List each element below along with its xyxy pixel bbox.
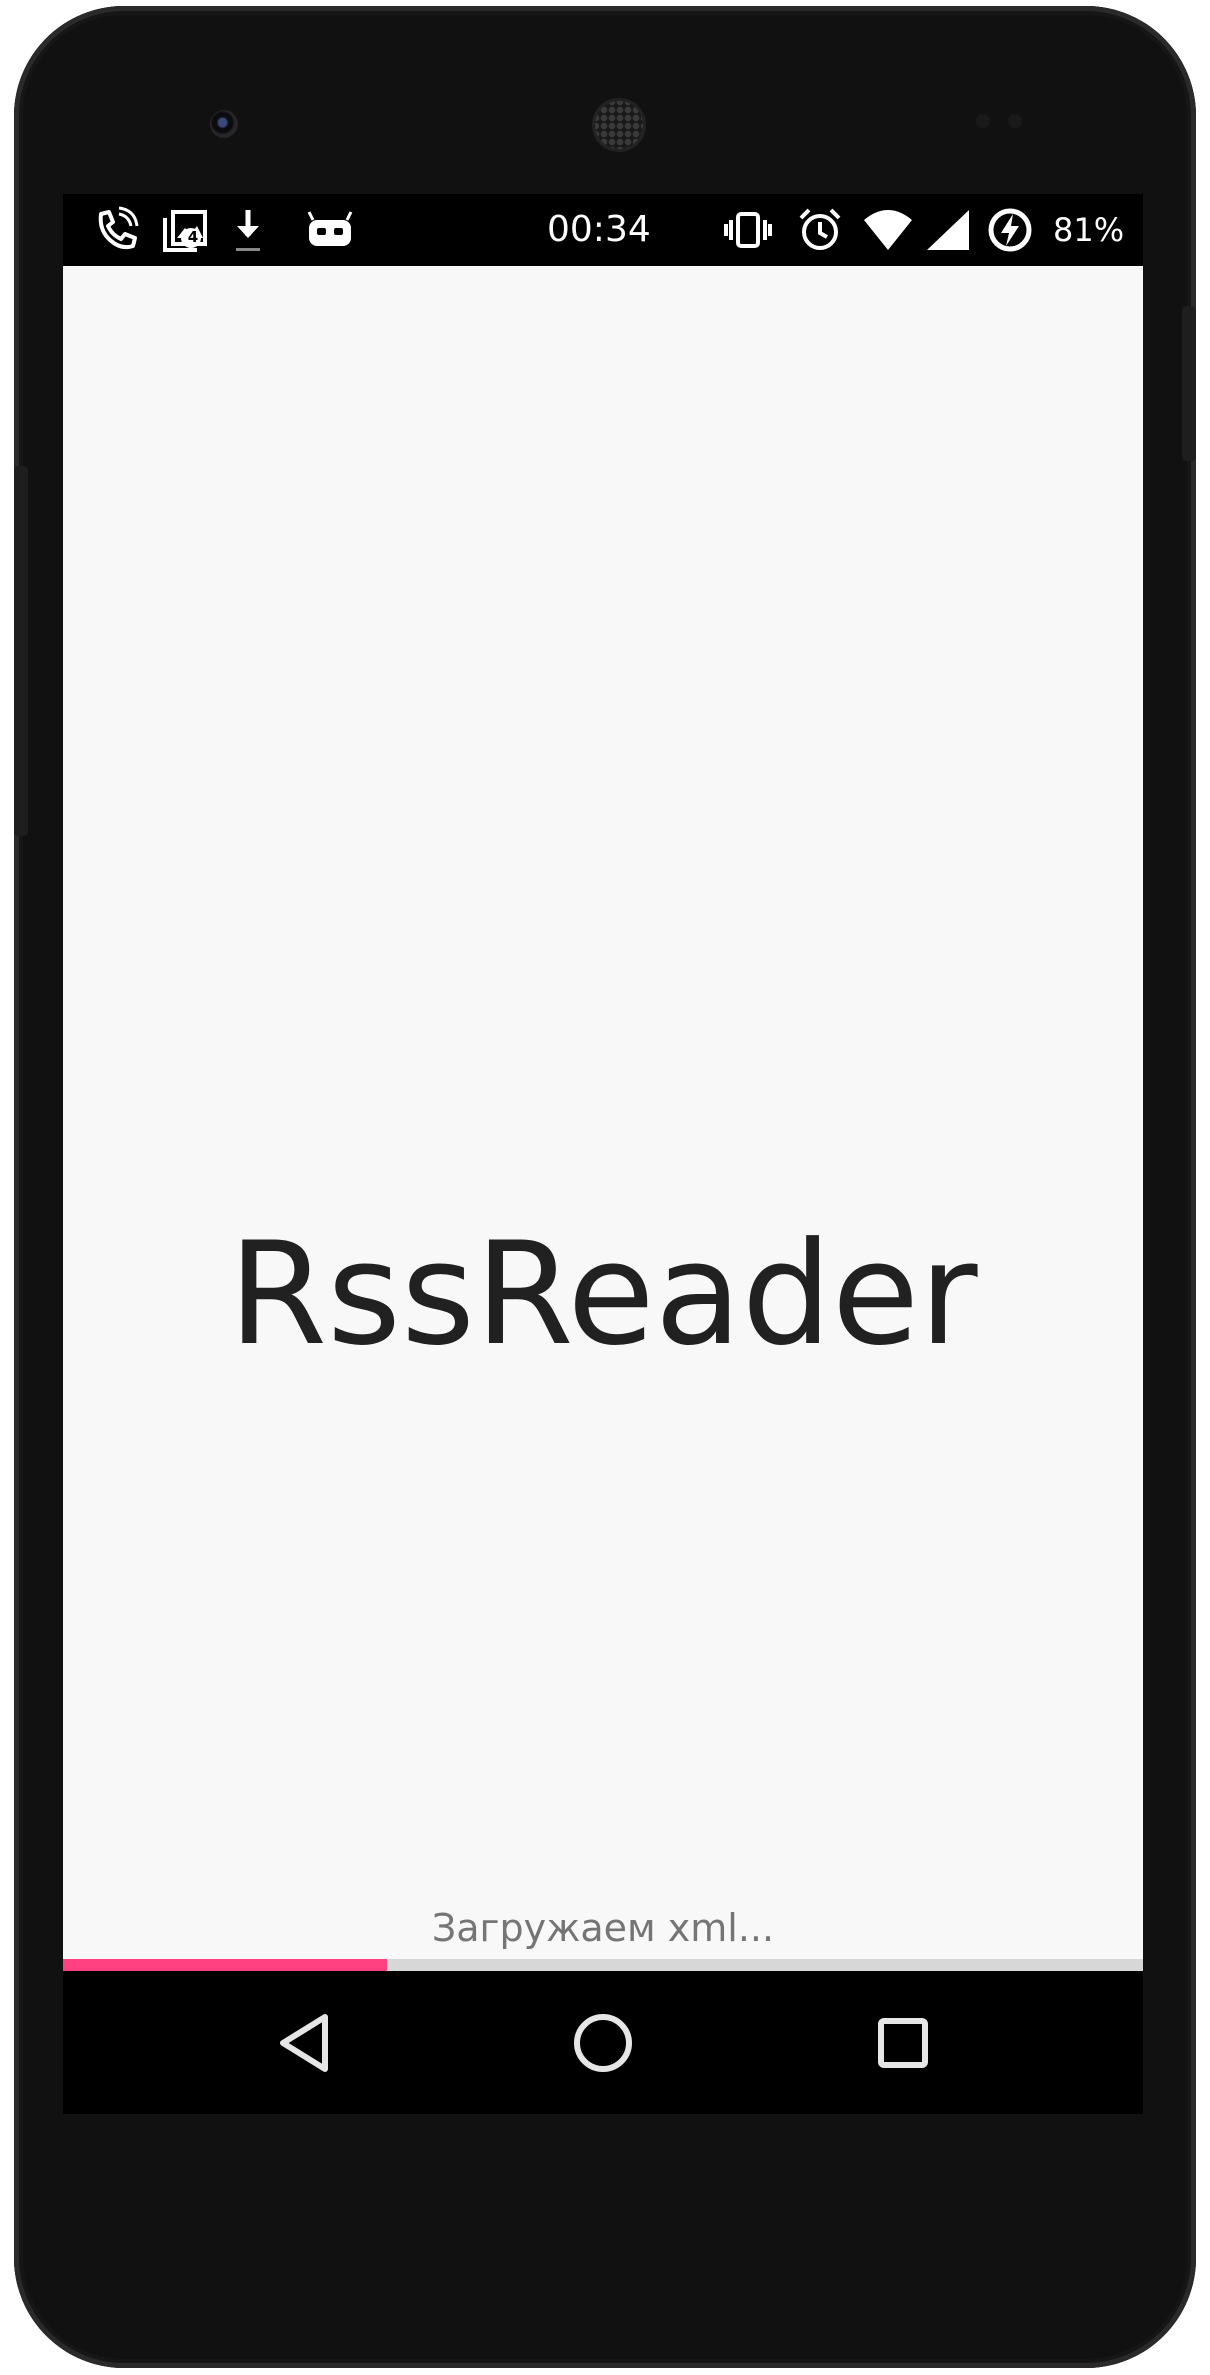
power-button (1182, 306, 1196, 461)
recents-icon[interactable] (853, 1993, 953, 2093)
loading-progress-bar (63, 1959, 1143, 1971)
proximity-sensor (976, 114, 990, 128)
loading-progress-fill (63, 1959, 387, 1971)
back-icon[interactable] (253, 1993, 353, 2093)
home-icon[interactable] (553, 1993, 653, 2093)
wifi-icon (864, 210, 912, 250)
navigation-bar (63, 1971, 1143, 2114)
status-time: 00:34 (547, 209, 651, 250)
android-icon (307, 211, 353, 246)
front-camera (210, 110, 238, 138)
gallery-badge: 4 (187, 228, 199, 246)
vibrate-icon (724, 212, 772, 248)
signal-icon (927, 210, 969, 250)
alarm-icon (799, 208, 841, 250)
battery-charging-icon (988, 208, 1032, 252)
volume-button (14, 466, 28, 836)
earpiece-speaker (592, 98, 646, 152)
battery-percent: 81% (1053, 211, 1125, 249)
loading-status-text: Загружаем xml... (431, 1906, 775, 1950)
app-title: RssReader (228, 1212, 978, 1377)
screen: 4 00:34 81% RssReader Загружаем xml... (63, 194, 1143, 2114)
download-icon (236, 210, 260, 251)
phone-call-icon (98, 206, 139, 250)
light-sensor (1008, 114, 1022, 128)
status-bar: 4 00:34 81% (63, 194, 1143, 266)
